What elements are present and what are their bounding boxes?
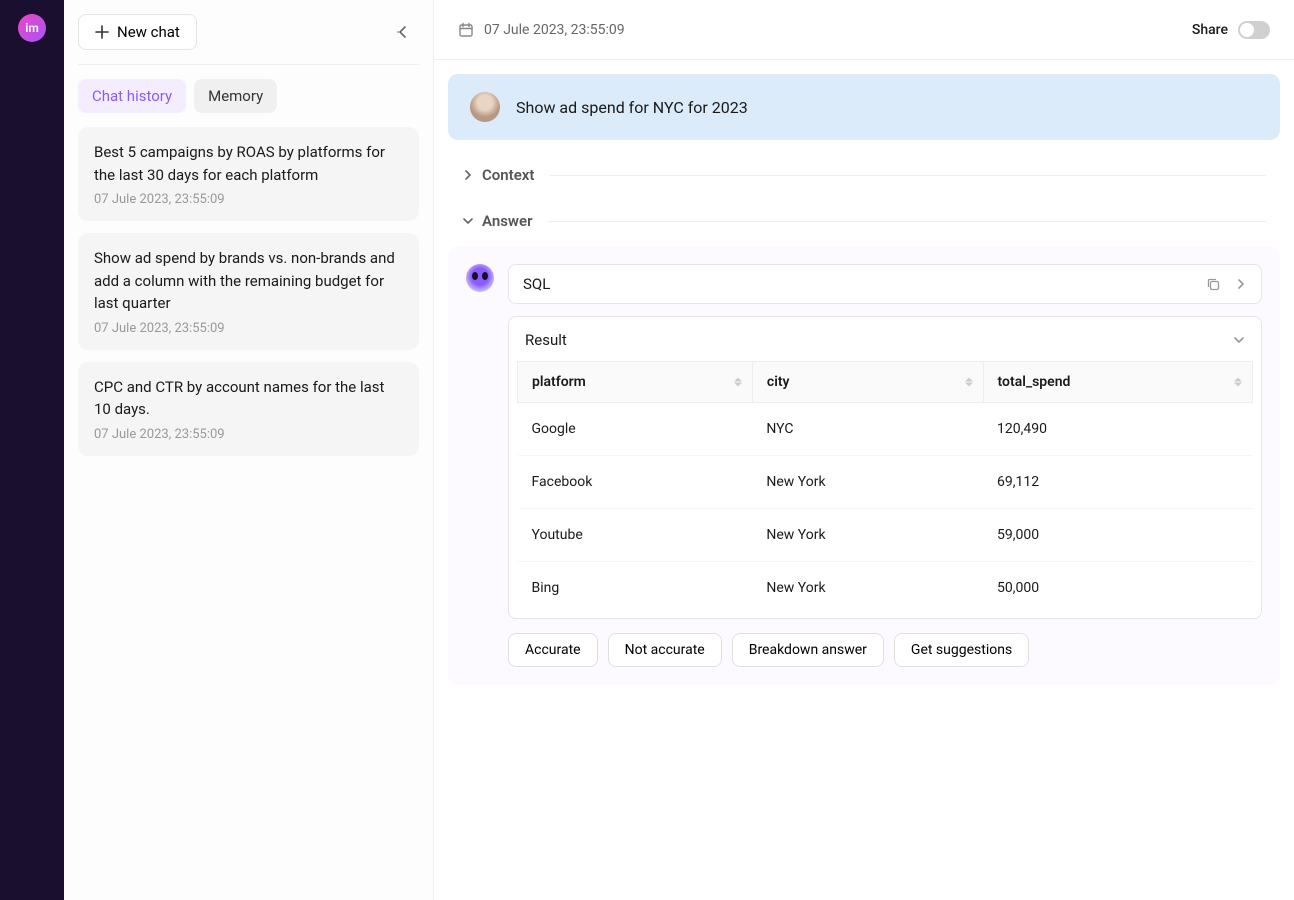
get-suggestions-button[interactable]: Get suggestions xyxy=(894,633,1029,667)
copy-button[interactable] xyxy=(1206,277,1221,292)
cell-city: New York xyxy=(752,509,983,562)
bot-avatar xyxy=(466,264,494,292)
sidebar-tabs: Chat history Memory xyxy=(78,65,419,127)
history-item-time: 07 Jule 2023, 23:55:09 xyxy=(94,192,403,207)
table-row: Google NYC 120,490 xyxy=(518,403,1253,456)
collapse-sidebar-button[interactable] xyxy=(387,16,419,48)
chevron-right-icon xyxy=(462,169,474,181)
answer-block: SQL Re xyxy=(448,246,1280,685)
history-item[interactable]: CPC and CTR by account names for the las… xyxy=(78,362,419,456)
result-header: Result xyxy=(513,331,1257,361)
sidebar-top: New chat xyxy=(78,14,419,65)
sql-actions xyxy=(1206,277,1247,292)
history-item-title: Best 5 campaigns by ROAS by platforms fo… xyxy=(94,141,403,186)
plus-icon xyxy=(95,25,109,39)
user-avatar xyxy=(470,92,500,122)
section-answer-label: Answer xyxy=(482,212,532,230)
nav-rail: im xyxy=(0,0,64,900)
sidebar: New chat Chat history Memory Best 5 camp… xyxy=(64,0,434,900)
expand-button[interactable] xyxy=(1235,277,1247,292)
sql-row[interactable]: SQL xyxy=(508,264,1262,304)
cell-total-spend: 120,490 xyxy=(983,403,1252,456)
col-total-spend[interactable]: total_spend xyxy=(983,362,1252,403)
sort-icon xyxy=(1234,378,1242,387)
topbar-date: 07 Jule 2023, 23:55:09 xyxy=(458,22,625,38)
calendar-icon xyxy=(458,22,474,38)
tab-chat-history[interactable]: Chat history xyxy=(78,79,186,113)
history-item-time: 07 Jule 2023, 23:55:09 xyxy=(94,427,403,442)
cell-platform: Facebook xyxy=(518,456,753,509)
content-area: Show ad spend for NYC for 2023 Context A… xyxy=(434,60,1294,900)
col-city[interactable]: city xyxy=(752,362,983,403)
section-context-toggle[interactable]: Context xyxy=(448,160,1280,190)
table-row: Bing New York 50,000 xyxy=(518,562,1253,615)
feedback-row: Accurate Not accurate Breakdown answer G… xyxy=(508,633,1262,667)
sort-icon xyxy=(734,378,742,387)
not-accurate-button[interactable]: Not accurate xyxy=(608,633,722,667)
history-item-title: CPC and CTR by account names for the las… xyxy=(94,376,403,421)
topbar: 07 Jule 2023, 23:55:09 Share xyxy=(434,0,1294,60)
result-label: Result xyxy=(525,331,567,349)
result-box: Result platform city xyxy=(508,316,1262,619)
history-item[interactable]: Best 5 campaigns by ROAS by platforms fo… xyxy=(78,127,419,221)
cell-total-spend: 50,000 xyxy=(983,562,1252,615)
history-item[interactable]: Show ad spend by brands vs. non-brands a… xyxy=(78,233,419,350)
cell-platform: Bing xyxy=(518,562,753,615)
col-platform[interactable]: platform xyxy=(518,362,753,403)
cell-city: New York xyxy=(752,456,983,509)
accurate-button[interactable]: Accurate xyxy=(508,633,598,667)
copy-icon xyxy=(1206,277,1221,292)
share-toggle[interactable] xyxy=(1238,21,1270,39)
cell-city: New York xyxy=(752,562,983,615)
tab-memory[interactable]: Memory xyxy=(194,79,277,113)
cell-city: NYC xyxy=(752,403,983,456)
cell-total-spend: 69,112 xyxy=(983,456,1252,509)
cell-platform: Google xyxy=(518,403,753,456)
cell-platform: Youtube xyxy=(518,509,753,562)
section-context-label: Context xyxy=(482,166,534,184)
breakdown-answer-button[interactable]: Breakdown answer xyxy=(732,633,884,667)
logo-text: im xyxy=(25,21,39,35)
collapse-result-button[interactable] xyxy=(1233,334,1245,346)
app-logo[interactable]: im xyxy=(18,14,46,42)
main-panel: 07 Jule 2023, 23:55:09 Share Show ad spe… xyxy=(434,0,1294,900)
chat-history-list: Best 5 campaigns by ROAS by platforms fo… xyxy=(78,127,419,456)
date-text: 07 Jule 2023, 23:55:09 xyxy=(484,22,625,38)
result-table: platform city total_spend Google NYC xyxy=(517,361,1253,614)
new-chat-label: New chat xyxy=(117,23,180,41)
prompt-text: Show ad spend for NYC for 2023 xyxy=(516,98,748,117)
sql-label: SQL xyxy=(523,275,550,293)
share-control: Share xyxy=(1192,21,1270,39)
chevron-down-icon xyxy=(462,215,474,227)
sort-icon xyxy=(965,378,973,387)
section-answer-toggle[interactable]: Answer xyxy=(448,206,1280,236)
chevron-down-icon xyxy=(1233,334,1245,346)
user-prompt: Show ad spend for NYC for 2023 xyxy=(448,74,1280,140)
arrow-left-icon xyxy=(395,24,411,40)
new-chat-button[interactable]: New chat xyxy=(78,14,197,50)
history-item-time: 07 Jule 2023, 23:55:09 xyxy=(94,321,403,336)
table-row: Facebook New York 69,112 xyxy=(518,456,1253,509)
share-label: Share xyxy=(1192,22,1228,38)
cell-total-spend: 59,000 xyxy=(983,509,1252,562)
history-item-title: Show ad spend by brands vs. non-brands a… xyxy=(94,247,403,315)
table-row: Youtube New York 59,000 xyxy=(518,509,1253,562)
chevron-right-icon xyxy=(1235,278,1247,290)
